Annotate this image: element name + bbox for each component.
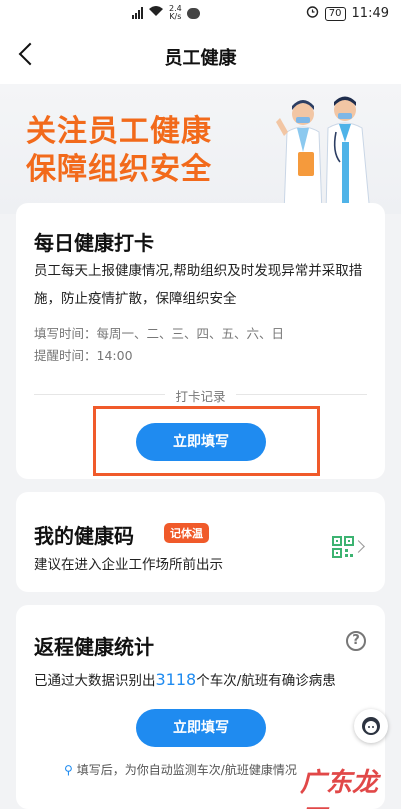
temperature-tag[interactable]: 记体温 [164, 523, 209, 543]
help-icon[interactable]: ? [346, 631, 366, 651]
banner: 关注员工健康 保障组织安全 [0, 84, 401, 214]
checkin-record-link[interactable]: 打卡记录 [165, 389, 236, 404]
fill-time: 填写时间：每周一、二、三、四、五、六、日 [34, 326, 285, 341]
clock: 11:49 [351, 6, 389, 21]
headset-icon [362, 717, 380, 735]
highlight-box [93, 406, 320, 476]
page-title: 员工健康 [164, 48, 237, 69]
monitor-hint: ⚲ 填写后，为你自动监测车次/航班健康情况 [64, 763, 297, 777]
return-fill-now-button[interactable]: 立即填写 [136, 709, 266, 747]
cellular-signal-icon [132, 7, 143, 19]
health-code-subtitle: 建议在进入企业工作场所前出示 [34, 557, 223, 573]
network-speed: 2.4 K/s [169, 4, 182, 21]
medical-staff-illustration [276, 96, 371, 214]
status-bar: 2.4 K/s 70 11:49 [0, 0, 401, 26]
daily-checkin-description: 员工每天上报健康情况,帮助组织及时发现异常并采取措施，防止疫情扩散，保障组织安全 [34, 263, 363, 307]
health-code-title: 我的健康码 [34, 524, 134, 548]
watermark: 广东龙网 [300, 768, 379, 809]
remind-time: 提醒时间：14:00 [34, 348, 133, 363]
qr-code-icon[interactable] [332, 536, 354, 558]
stats-number: 3118 [155, 670, 197, 689]
banner-slogan-line2: 保障组织安全 [26, 152, 212, 187]
battery-indicator: 70 [324, 6, 346, 21]
nav-bar: 员工健康 [0, 26, 401, 84]
stats-text: 已通过大数据识别出3118个车次/航班有确诊病患 [34, 670, 336, 689]
customer-service-button[interactable] [354, 709, 388, 743]
wifi-icon [148, 5, 164, 21]
search-icon: ⚲ [64, 763, 73, 777]
alarm-icon [306, 5, 319, 22]
daily-checkin-title: 每日健康打卡 [34, 231, 154, 255]
return-stats-title: 返程健康统计 [34, 635, 154, 659]
message-icon [186, 7, 200, 19]
health-code-card[interactable]: 我的健康码 记体温 建议在进入企业工作场所前出示 [16, 492, 385, 592]
